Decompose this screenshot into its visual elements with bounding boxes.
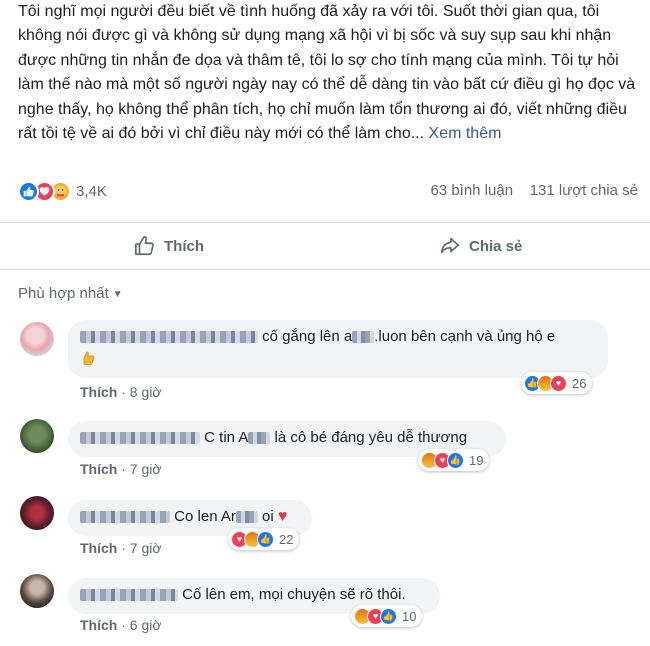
comment-reactions[interactable]: ♥ 👍 22 <box>228 528 300 550</box>
comment-filter-dropdown[interactable]: Phù hợp nhất ▼ <box>18 285 123 302</box>
comment-time[interactable]: 7 giờ <box>130 540 162 556</box>
comment-reaction-count: 22 <box>279 531 294 547</box>
comment-time[interactable]: 6 giờ <box>130 617 162 633</box>
post-stats: 3,4K 63 bình luận 131 lượt chia sẻ <box>18 179 638 205</box>
commenter-name-blurred[interactable] <box>80 331 258 344</box>
like-icon <box>18 180 39 202</box>
comment-reaction-count: 19 <box>469 452 484 468</box>
comment-reaction-count: 10 <box>402 608 417 624</box>
heart-emoji: ♥ <box>277 508 288 525</box>
comment-time[interactable]: 7 giờ <box>130 461 162 477</box>
commenter-name-blurred[interactable] <box>80 511 170 524</box>
post-body: Tôi nghĩ mọi người đều biết về tình huốn… <box>18 3 636 143</box>
post-text: Tôi nghĩ mọi người đều biết về tình huốn… <box>18 0 638 146</box>
love-icon: ♥ <box>550 374 567 392</box>
comment-like-link[interactable]: Thích <box>80 540 117 556</box>
comment-meta: Thích · 7 giờ <box>80 540 162 556</box>
caret-down-icon: ▼ <box>112 288 123 300</box>
comment-reactions[interactable]: ♥ 👍 10 <box>351 605 423 627</box>
share-button-label: Chia sẻ <box>469 237 523 255</box>
comment-meta: Thích · 7 giờ <box>80 461 162 477</box>
comment-text-prefix: C tin A <box>204 429 249 446</box>
comment-reactions[interactable]: ♥ 👍 19 <box>418 449 490 471</box>
blurred-text <box>248 432 271 445</box>
avatar[interactable] <box>20 419 54 453</box>
action-bar: Thích Chia sẻ <box>0 222 650 270</box>
comment-text-prefix: Co len Ar <box>174 508 236 525</box>
avatar[interactable] <box>20 322 54 356</box>
avatar[interactable] <box>20 496 54 530</box>
filter-label: Phù hợp nhất <box>18 285 109 302</box>
commenter-name-blurred[interactable] <box>80 432 200 445</box>
comment-text-prefix: cố gắng lên a <box>262 328 353 345</box>
blurred-text <box>352 331 375 344</box>
like-icon: 👍 <box>380 607 397 625</box>
reaction-summary[interactable]: 3,4K <box>18 179 107 203</box>
comment-like-link[interactable]: Thích <box>80 617 117 633</box>
comment-meta: Thích · 8 giờ <box>80 384 162 400</box>
share-arrow-icon <box>440 237 460 254</box>
comment-reaction-count: 26 <box>572 375 587 391</box>
comment-reactions[interactable]: 👍 ♥ 26 <box>521 372 593 394</box>
avatar[interactable] <box>20 574 54 608</box>
stats-right: 63 bình luận 131 lượt chia sẻ <box>430 182 638 199</box>
comment-meta: Thích · 6 giờ <box>80 617 162 633</box>
see-more-link[interactable]: Xem thêm <box>429 125 502 142</box>
like-button-label: Thích <box>164 237 204 255</box>
commenter-name-blurred[interactable] <box>80 589 178 602</box>
comment-text: .luon bên cạnh và ủng hộ e <box>374 328 556 345</box>
comment-like-link[interactable]: Thích <box>80 384 117 400</box>
comment-text: oi <box>262 508 274 525</box>
comment-text: là cô bé đáng yêu dễ thương <box>274 429 468 446</box>
comment-text: Cố lên em, mọi chuyện sẽ rõ thôi. <box>182 586 406 603</box>
comment-time[interactable]: 8 giờ <box>130 384 162 400</box>
blurred-text <box>235 511 258 524</box>
like-icon: 👍 <box>447 451 464 469</box>
comment-count-link[interactable]: 63 bình luận <box>430 182 513 199</box>
comment-like-link[interactable]: Thích <box>80 461 117 477</box>
like-button[interactable]: Thích <box>134 223 204 269</box>
reaction-count: 3,4K <box>76 182 107 200</box>
thumbs-up-icon <box>135 236 154 256</box>
hand-emoji <box>80 350 596 373</box>
share-count-link[interactable]: 131 lượt chia sẻ <box>530 182 638 199</box>
comment-bubble: cố gắng lên a .luon bên cạnh và ủng hộ e <box>68 320 608 378</box>
share-button[interactable]: Chia sẻ <box>439 223 522 269</box>
like-icon: 👍 <box>257 530 274 548</box>
